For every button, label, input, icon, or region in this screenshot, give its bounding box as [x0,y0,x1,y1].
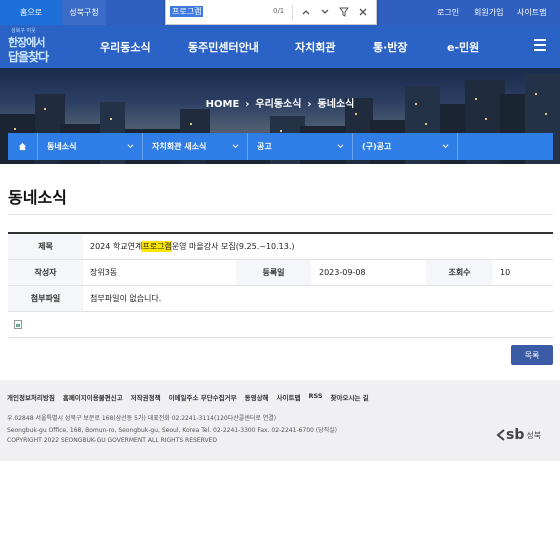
breadcrumb: HOME › 우리동소식 › 동네소식 [205,99,355,110]
hamburger-menu-icon[interactable] [534,39,546,51]
find-filter-icon[interactable] [337,5,351,19]
footer-link-privacy[interactable]: 개인정보처리방침 [7,392,55,402]
breadcrumb-current: 동네소식 [317,99,355,110]
find-prev-icon[interactable] [299,5,313,19]
subnav-dropdown-governance[interactable]: 자치회관 새소식 [143,133,248,160]
views-label: 조회수 [426,260,493,285]
find-bar: 프로그램 0/1 [165,0,377,25]
find-next-icon[interactable] [318,5,332,19]
post-detail-table: 제목 2024 학교연계 프로그램 운영 마을강사 모집(9.25.~10.13… [8,232,553,338]
breadcrumb-news[interactable]: 우리동소식 [255,99,301,110]
table-row-attach: 첨부파일 첨부파일이 없습니다. [8,286,553,312]
chevron-down-icon [337,144,344,149]
subnav-label-old-notice: (구)공고 [362,142,392,151]
site-logo[interactable]: 성북구 이웃 한장에서 답을찾다 [8,27,49,67]
broken-image-icon [14,320,22,329]
footer-link-sitemap[interactable]: 사이트맵 [277,392,301,402]
logo-line-2: 답을찾다 [8,50,49,64]
author-label: 작성자 [8,260,83,285]
chevron-down-icon [442,144,449,149]
subnav-label-governance: 자치회관 새소식 [152,142,207,151]
footer-link-email-policy[interactable]: 이메일주소 무단수집거부 [169,392,237,402]
footer-link-directions[interactable]: 찾아오시는 길 [331,392,369,402]
post-body [8,312,553,338]
post-date: 2023-09-08 [319,268,366,277]
join-link[interactable]: 회원가입 [474,0,503,25]
nav-self-governance[interactable]: 자치회관 [295,39,335,55]
attach-label: 첨부파일 [8,286,83,311]
footer-links: 개인정보처리방침 홈페이지이용불편신고 저작권정책 이메일주소 무단수집거부 동… [7,392,377,402]
footer-link-rss[interactable]: RSS [308,392,322,402]
chevron-down-icon [232,144,239,149]
footer-logo-gu: 성북 [526,430,542,440]
footer-link-video[interactable]: 동영상해 [245,392,269,402]
nav-news[interactable]: 우리동소식 [100,39,151,55]
home-tab[interactable]: 홈으로 [0,0,62,25]
subnav-dropdown-notice[interactable]: 공고 [248,133,353,160]
post-author: 장위3동 [90,268,118,277]
nav-center-info[interactable]: 동주민센터안내 [188,39,259,55]
find-separator [292,5,293,20]
find-count: 0/1 [273,7,285,15]
title-label: 제목 [8,234,83,259]
list-button[interactable]: 목록 [511,345,553,365]
find-close-icon[interactable] [356,5,370,19]
site-tab[interactable]: 성북구청 [62,0,106,25]
site-header: 성북구 이웃 한장에서 답을찾다 우리동소식 동주민센터안내 자치회관 통·반장… [0,25,560,68]
footer-address-kr: 우.02848 서울특별시 성북구 보문로 168(삼선동 5가) 대표전화 0… [7,415,277,422]
sub-navigation: 동네소식 자치회관 새소식 공고 (구)공고 [8,133,553,160]
logo-tagline: 성북구 이웃 [11,28,36,34]
post-title-prefix: 2024 학교연계 [90,242,143,251]
nav-e-minwon[interactable]: e-민원 [447,39,479,55]
post-views: 10 [500,268,511,277]
subnav-label-notice: 공고 [257,142,272,151]
subnav-label-news: 동네소식 [47,142,77,151]
table-row-meta: 작성자 장위3동 등록일 2023-09-08 조회수 10 [8,260,553,286]
sitemap-link[interactable]: 사이트맵 [517,0,546,25]
post-title-highlight: 프로그램 [142,241,172,252]
chevron-down-icon [127,144,134,149]
chevron-left-icon [496,429,505,441]
post-title-suffix: 운영 마을강사 모집(9.25.~10.13.) [171,242,295,251]
date-label: 등록일 [236,260,311,285]
footer-copyright: COPYRIGHT 2022 SEONGBUK-GU GOVERMENT ALL… [7,437,217,444]
post-title: 2024 학교연계 프로그램 운영 마을강사 모집(9.25.~10.13.) [90,234,295,259]
footer-link-report[interactable]: 홈페이지이용불편신고 [63,392,123,402]
footer-logo: sb 성북 [496,427,541,443]
title-divider [8,214,553,215]
nav-tong-ban[interactable]: 통·반장 [373,39,408,55]
login-link[interactable]: 로그인 [437,0,459,25]
footer-link-copyright[interactable]: 저작권정책 [131,392,161,402]
footer-logo-sb: sb [506,427,525,443]
find-input[interactable]: 프로그램 [170,6,204,17]
page-title: 동네소식 [8,188,67,207]
breadcrumb-home[interactable]: HOME [206,99,240,110]
subnav-dropdown-old-notice[interactable]: (구)공고 [353,133,458,160]
subnav-home-icon[interactable] [8,133,38,160]
subnav-dropdown-news[interactable]: 동네소식 [38,133,143,160]
table-row-title: 제목 2024 학교연계 프로그램 운영 마을강사 모집(9.25.~10.13… [8,234,553,260]
attach-value: 첨부파일이 없습니다. [90,294,162,303]
site-footer: 개인정보처리방침 홈페이지이용불편신고 저작권정책 이메일주소 무단수집거부 동… [0,380,560,461]
footer-address-en: Seongbuk-gu Office, 168, Bomun-ro, Seong… [7,427,338,434]
